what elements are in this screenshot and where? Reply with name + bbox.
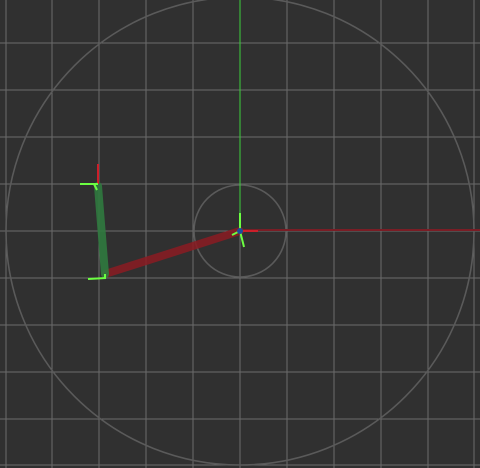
wrist-joint-gizmo-icon[interactable] [80,164,99,191]
3d-viewport[interactable] [0,0,480,468]
bone-upper[interactable] [101,227,244,278]
viewport-canvas[interactable] [0,0,480,468]
